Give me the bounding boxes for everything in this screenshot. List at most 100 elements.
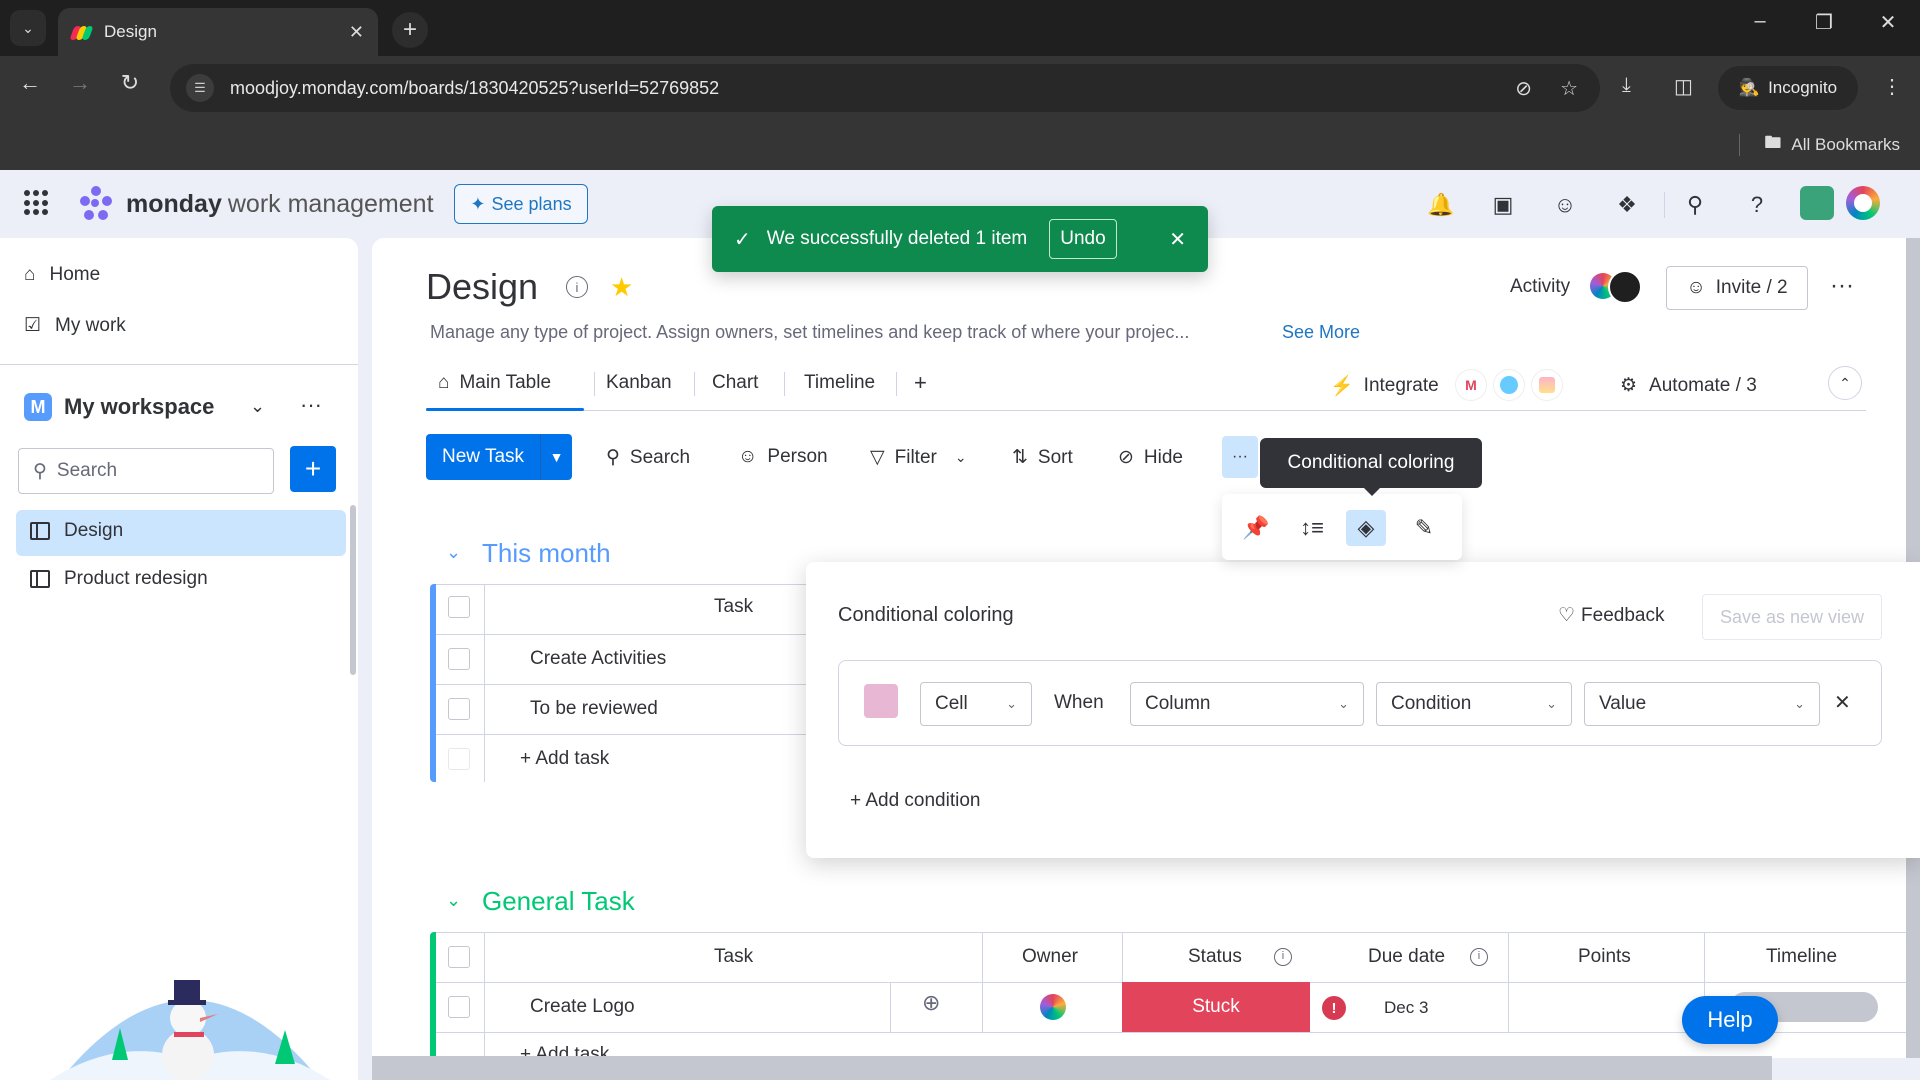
- sidebar-search-input[interactable]: ⚲ Search: [18, 448, 274, 494]
- collapse-header-icon[interactable]: ⌃: [1828, 366, 1862, 400]
- edit-pencil-icon[interactable]: ✎: [1404, 510, 1444, 546]
- task-name[interactable]: Create Logo: [530, 996, 635, 1018]
- integrate-button[interactable]: ⚡ Integrate: [1330, 374, 1439, 398]
- tab-main-table[interactable]: ⌂ Main Table: [438, 372, 551, 394]
- sidebar-board-design[interactable]: Design: [30, 520, 123, 542]
- search-tool[interactable]: ⚲ Search: [606, 446, 690, 469]
- row-checkbox[interactable]: [448, 648, 470, 670]
- task-name[interactable]: To be reviewed: [530, 698, 658, 720]
- bookmark-star-icon[interactable]: ☆: [1560, 76, 1578, 101]
- target-select[interactable]: Cell ⌄: [920, 682, 1032, 726]
- help-icon[interactable]: ?: [1742, 190, 1772, 220]
- favorite-star-icon[interactable]: ★: [610, 272, 633, 303]
- inbox-icon[interactable]: ▣: [1488, 190, 1518, 220]
- url-text[interactable]: moodjoy.monday.com/boards/1830420525?use…: [230, 78, 719, 99]
- sidebar-item-home[interactable]: ⌂ Home: [24, 264, 100, 286]
- paint-bucket-icon[interactable]: ◈: [1346, 510, 1386, 546]
- info-icon[interactable]: i: [566, 276, 588, 298]
- close-toast-icon[interactable]: ✕: [1169, 227, 1186, 252]
- team-avatar[interactable]: [1800, 186, 1834, 220]
- tab-chart[interactable]: Chart: [712, 372, 758, 394]
- sort-tool[interactable]: ⇅ Sort: [1012, 446, 1073, 469]
- add-update-icon[interactable]: ⊕: [922, 990, 940, 1016]
- bell-icon[interactable]: 🔔: [1426, 190, 1456, 220]
- add-board-button[interactable]: +: [290, 446, 336, 492]
- filter-tool[interactable]: ▽ Filter ⌄: [870, 446, 967, 469]
- pin-icon[interactable]: 📌: [1236, 510, 1276, 546]
- new-task-button[interactable]: New Task ▼: [426, 434, 572, 480]
- see-more-link[interactable]: See More: [1282, 322, 1360, 343]
- eye-off-icon[interactable]: ⊘: [1515, 76, 1532, 101]
- chevron-down-icon[interactable]: ⌄: [250, 396, 265, 417]
- owner-avatar[interactable]: [1040, 994, 1066, 1020]
- save-as-new-view-button[interactable]: Save as new view: [1702, 594, 1882, 640]
- more-tools-button[interactable]: ···: [1222, 436, 1258, 478]
- more-icon[interactable]: ···: [300, 392, 322, 418]
- due-date-value[interactable]: Dec 3: [1384, 998, 1428, 1018]
- board-title[interactable]: Design: [426, 266, 538, 308]
- close-tab-icon[interactable]: ✕: [349, 22, 364, 43]
- incognito-badge[interactable]: 🕵 Incognito: [1718, 66, 1858, 110]
- sidebar-scrollbar[interactable]: [350, 505, 356, 675]
- hide-tool[interactable]: ⊘ Hide: [1118, 446, 1183, 469]
- help-button[interactable]: Help: [1682, 996, 1778, 1044]
- remove-rule-icon[interactable]: ✕: [1834, 690, 1851, 715]
- see-plans-button[interactable]: ✦ See plans: [454, 184, 588, 224]
- undo-button[interactable]: Undo: [1049, 219, 1117, 259]
- condition-select[interactable]: Condition ⌄: [1376, 682, 1572, 726]
- collapse-group-icon[interactable]: ⌄: [446, 542, 461, 563]
- row-checkbox[interactable]: [448, 996, 470, 1018]
- row-height-icon[interactable]: ↕≡: [1292, 510, 1332, 546]
- group-title[interactable]: General Task: [482, 886, 635, 917]
- invite-button[interactable]: ☺ Invite / 2: [1666, 266, 1808, 310]
- column-header-status[interactable]: Status: [1188, 946, 1242, 968]
- color-swatch[interactable]: [864, 684, 898, 718]
- task-name[interactable]: Create Activities: [530, 648, 666, 670]
- back-icon[interactable]: ←: [12, 70, 48, 96]
- restore-icon[interactable]: ❐: [1804, 10, 1844, 35]
- address-bar[interactable]: ☰ moodjoy.monday.com/boards/1830420525?u…: [170, 64, 1600, 112]
- board-more-icon[interactable]: ···: [1830, 272, 1854, 300]
- collapse-group-icon[interactable]: ⌄: [446, 890, 461, 911]
- horizontal-scrollbar[interactable]: [372, 1056, 1772, 1080]
- info-icon[interactable]: i: [1274, 948, 1292, 966]
- site-settings-icon[interactable]: ☰: [186, 74, 214, 102]
- tab-kanban[interactable]: Kanban: [606, 372, 672, 394]
- chevron-down-icon[interactable]: ▼: [541, 449, 572, 465]
- workspace-name[interactable]: My workspace: [64, 394, 214, 420]
- sidebar-item-my-work[interactable]: ☑ My work: [24, 314, 126, 337]
- column-header-task[interactable]: Task: [714, 596, 753, 618]
- activity-button[interactable]: Activity: [1510, 276, 1570, 298]
- info-icon[interactable]: i: [1470, 948, 1488, 966]
- column-header-task[interactable]: Task: [714, 946, 753, 968]
- user-avatar[interactable]: [1846, 186, 1880, 220]
- kebab-menu-icon[interactable]: ⋮: [1882, 74, 1902, 99]
- monday-logo[interactable]: monday work management: [76, 186, 434, 222]
- column-header-due-date[interactable]: Due date: [1368, 946, 1445, 968]
- column-header-points[interactable]: Points: [1578, 946, 1631, 968]
- row-checkbox[interactable]: [448, 698, 470, 720]
- forward-icon[interactable]: →: [62, 70, 98, 96]
- side-panel-icon[interactable]: ◫: [1674, 74, 1693, 99]
- search-icon[interactable]: ⚲: [1680, 190, 1710, 220]
- feedback-button[interactable]: ♡ Feedback: [1558, 604, 1665, 627]
- tab-timeline[interactable]: Timeline: [804, 372, 875, 394]
- apps-puzzle-icon[interactable]: ❖: [1612, 190, 1642, 220]
- download-icon[interactable]: ⤓: [1622, 74, 1631, 97]
- automate-button[interactable]: ⚙ Automate / 3: [1620, 374, 1757, 397]
- new-task-label[interactable]: New Task: [426, 434, 542, 480]
- chevron-down-icon[interactable]: ⌄: [955, 449, 967, 466]
- value-select[interactable]: Value ⌄: [1584, 682, 1820, 726]
- reload-icon[interactable]: ↻: [112, 70, 148, 96]
- select-all-checkbox[interactable]: [448, 596, 470, 618]
- invite-members-icon[interactable]: ☺: [1550, 190, 1580, 220]
- add-view-button[interactable]: +: [914, 370, 927, 396]
- sidebar-board-product-redesign[interactable]: Product redesign: [30, 568, 208, 590]
- app-switcher-grid-icon[interactable]: [24, 190, 50, 216]
- browser-tab[interactable]: Design ✕: [58, 8, 378, 56]
- add-condition-button[interactable]: + Add condition: [850, 790, 980, 812]
- column-header-timeline[interactable]: Timeline: [1766, 946, 1837, 968]
- status-badge[interactable]: Stuck: [1122, 982, 1310, 1032]
- group-title[interactable]: This month: [482, 538, 611, 569]
- new-tab-icon[interactable]: +: [392, 12, 428, 48]
